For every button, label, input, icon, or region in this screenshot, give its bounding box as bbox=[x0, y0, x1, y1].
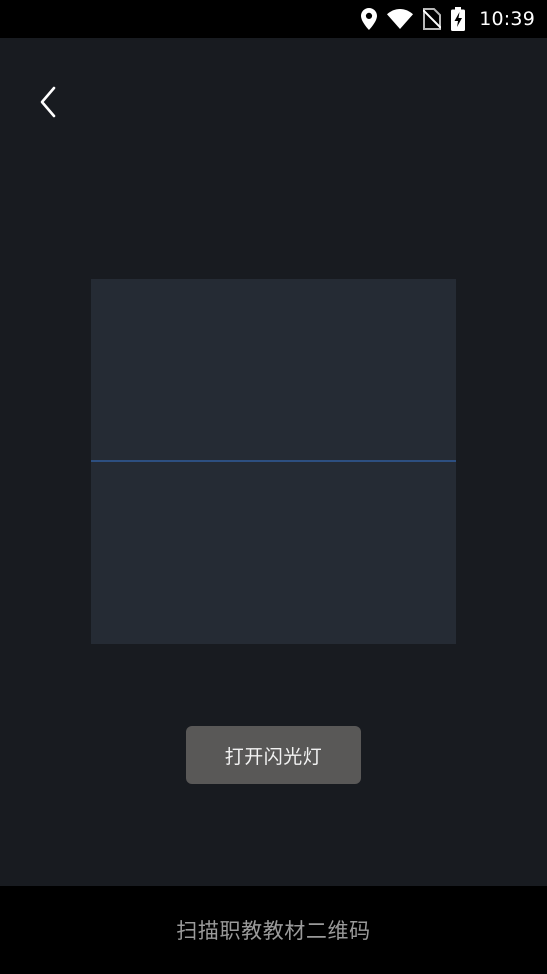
location-icon bbox=[361, 8, 378, 30]
scanner-screen: 10:39 打开闪光灯 扫描职教教材二维码 bbox=[0, 0, 547, 974]
scan-line bbox=[91, 460, 456, 462]
status-icons: 10:39 bbox=[361, 0, 535, 38]
chevron-left-icon bbox=[40, 86, 56, 118]
status-bar: 10:39 bbox=[0, 0, 547, 38]
flashlight-toggle-button[interactable]: 打开闪光灯 bbox=[186, 726, 361, 784]
back-button[interactable] bbox=[28, 82, 68, 122]
battery-charging-icon bbox=[451, 7, 466, 31]
bottom-bar: 扫描职教教材二维码 bbox=[0, 886, 547, 974]
status-time: 10:39 bbox=[479, 8, 535, 30]
camera-preview: 打开闪光灯 bbox=[0, 38, 547, 886]
scan-hint-caption: 扫描职教教材二维码 bbox=[176, 919, 371, 943]
wifi-icon bbox=[387, 9, 414, 29]
no-sim-icon bbox=[423, 8, 442, 30]
scan-frame bbox=[91, 279, 456, 644]
